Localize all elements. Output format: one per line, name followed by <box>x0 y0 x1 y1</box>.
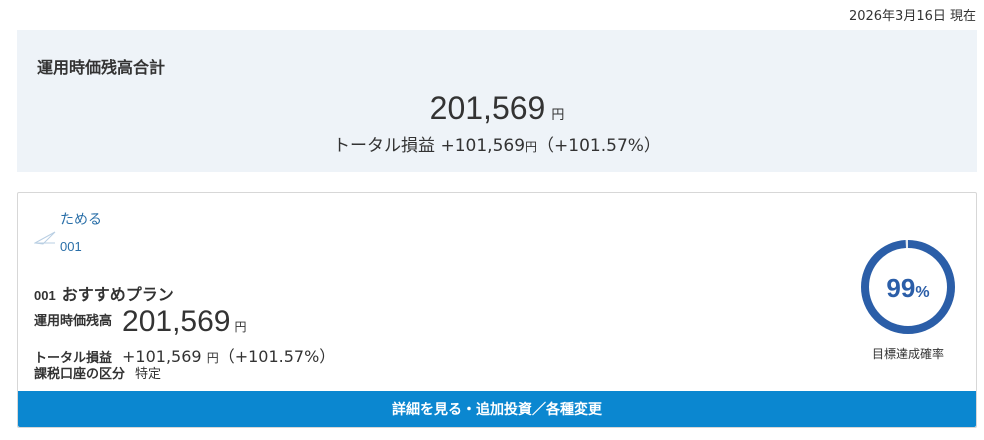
view-details-button[interactable]: 詳細を見る・追加投資／各種変更 <box>18 391 976 427</box>
achievement-rate-value: 99 <box>886 273 916 303</box>
summary-title: 運用時価残高合計 <box>37 58 166 77</box>
plan-balance-label: 運用時価残高 <box>34 314 113 329</box>
plan-code: 001 <box>34 288 56 303</box>
plan-pl-unit: 円 <box>206 351 219 365</box>
as-of-date: 2026年3月16日 現在 <box>848 9 976 24</box>
total-balance-summary: 運用時価残高合計 201,569 円 トータル損益 +101,569円（+101.… <box>17 30 977 172</box>
goal-category-label: ためる <box>60 212 102 228</box>
plan-balance-unit: 円 <box>234 320 247 334</box>
paper-plane-icon <box>34 231 56 245</box>
achievement-caption: 目標達成確率 <box>871 347 944 361</box>
plan-title: 001 おすすめプラン <box>34 281 174 305</box>
plan-card: ためる 001 001 おすすめプラン 運用時価残高 201,569 円 トータル損益… <box>17 192 977 428</box>
total-profit-loss: トータル損益 +101,569円（+101.57%） <box>17 131 977 156</box>
total-pl-percent: （+101.57%） <box>537 136 661 156</box>
goal-number: 001 <box>60 239 82 254</box>
total-balance-value: 201,569 <box>429 90 546 126</box>
plan-balance-row: 運用時価残高 201,569 円 <box>34 305 246 339</box>
plan-name: おすすめプラン <box>61 285 174 304</box>
plan-balance-value: 201,569 <box>122 305 231 338</box>
achievement-rate-unit: % <box>915 284 930 301</box>
total-balance-unit: 円 <box>551 107 565 122</box>
tax-account-row: 課税口座の区分 特定 <box>34 363 161 382</box>
total-pl-value: +101,569 <box>440 136 526 156</box>
total-pl-unit: 円 <box>525 140 538 154</box>
plan-pl-percent: （+101.57%） <box>218 347 336 366</box>
total-pl-label: トータル損益 <box>333 136 436 156</box>
tax-account-value: 特定 <box>135 367 162 382</box>
total-balance: 201,569 円 <box>17 90 977 127</box>
tax-account-label: 課税口座の区分 <box>34 367 126 382</box>
achievement-rate: 99% <box>858 273 958 304</box>
